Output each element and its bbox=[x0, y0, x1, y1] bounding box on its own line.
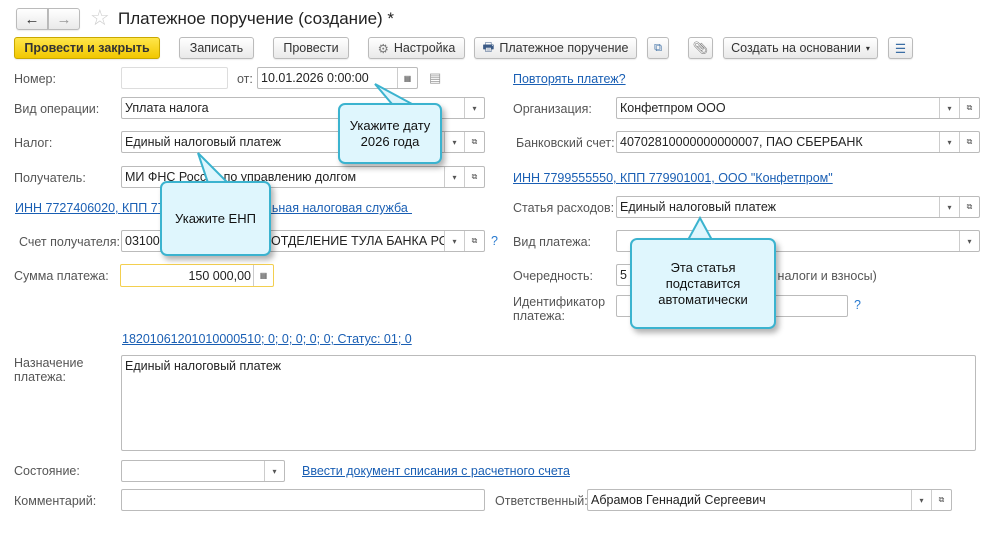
date-callout-pointer bbox=[374, 83, 413, 105]
enp-callout: Укажите ЕНП bbox=[160, 181, 271, 256]
date-callout: Укажите дату 2026 года bbox=[338, 103, 442, 164]
expense-callout: Эта статья подставится автоматически bbox=[630, 238, 776, 329]
callout-pointers bbox=[197, 83, 714, 241]
expense-callout-pointer bbox=[686, 215, 714, 241]
enp-callout-pointer bbox=[197, 152, 231, 184]
